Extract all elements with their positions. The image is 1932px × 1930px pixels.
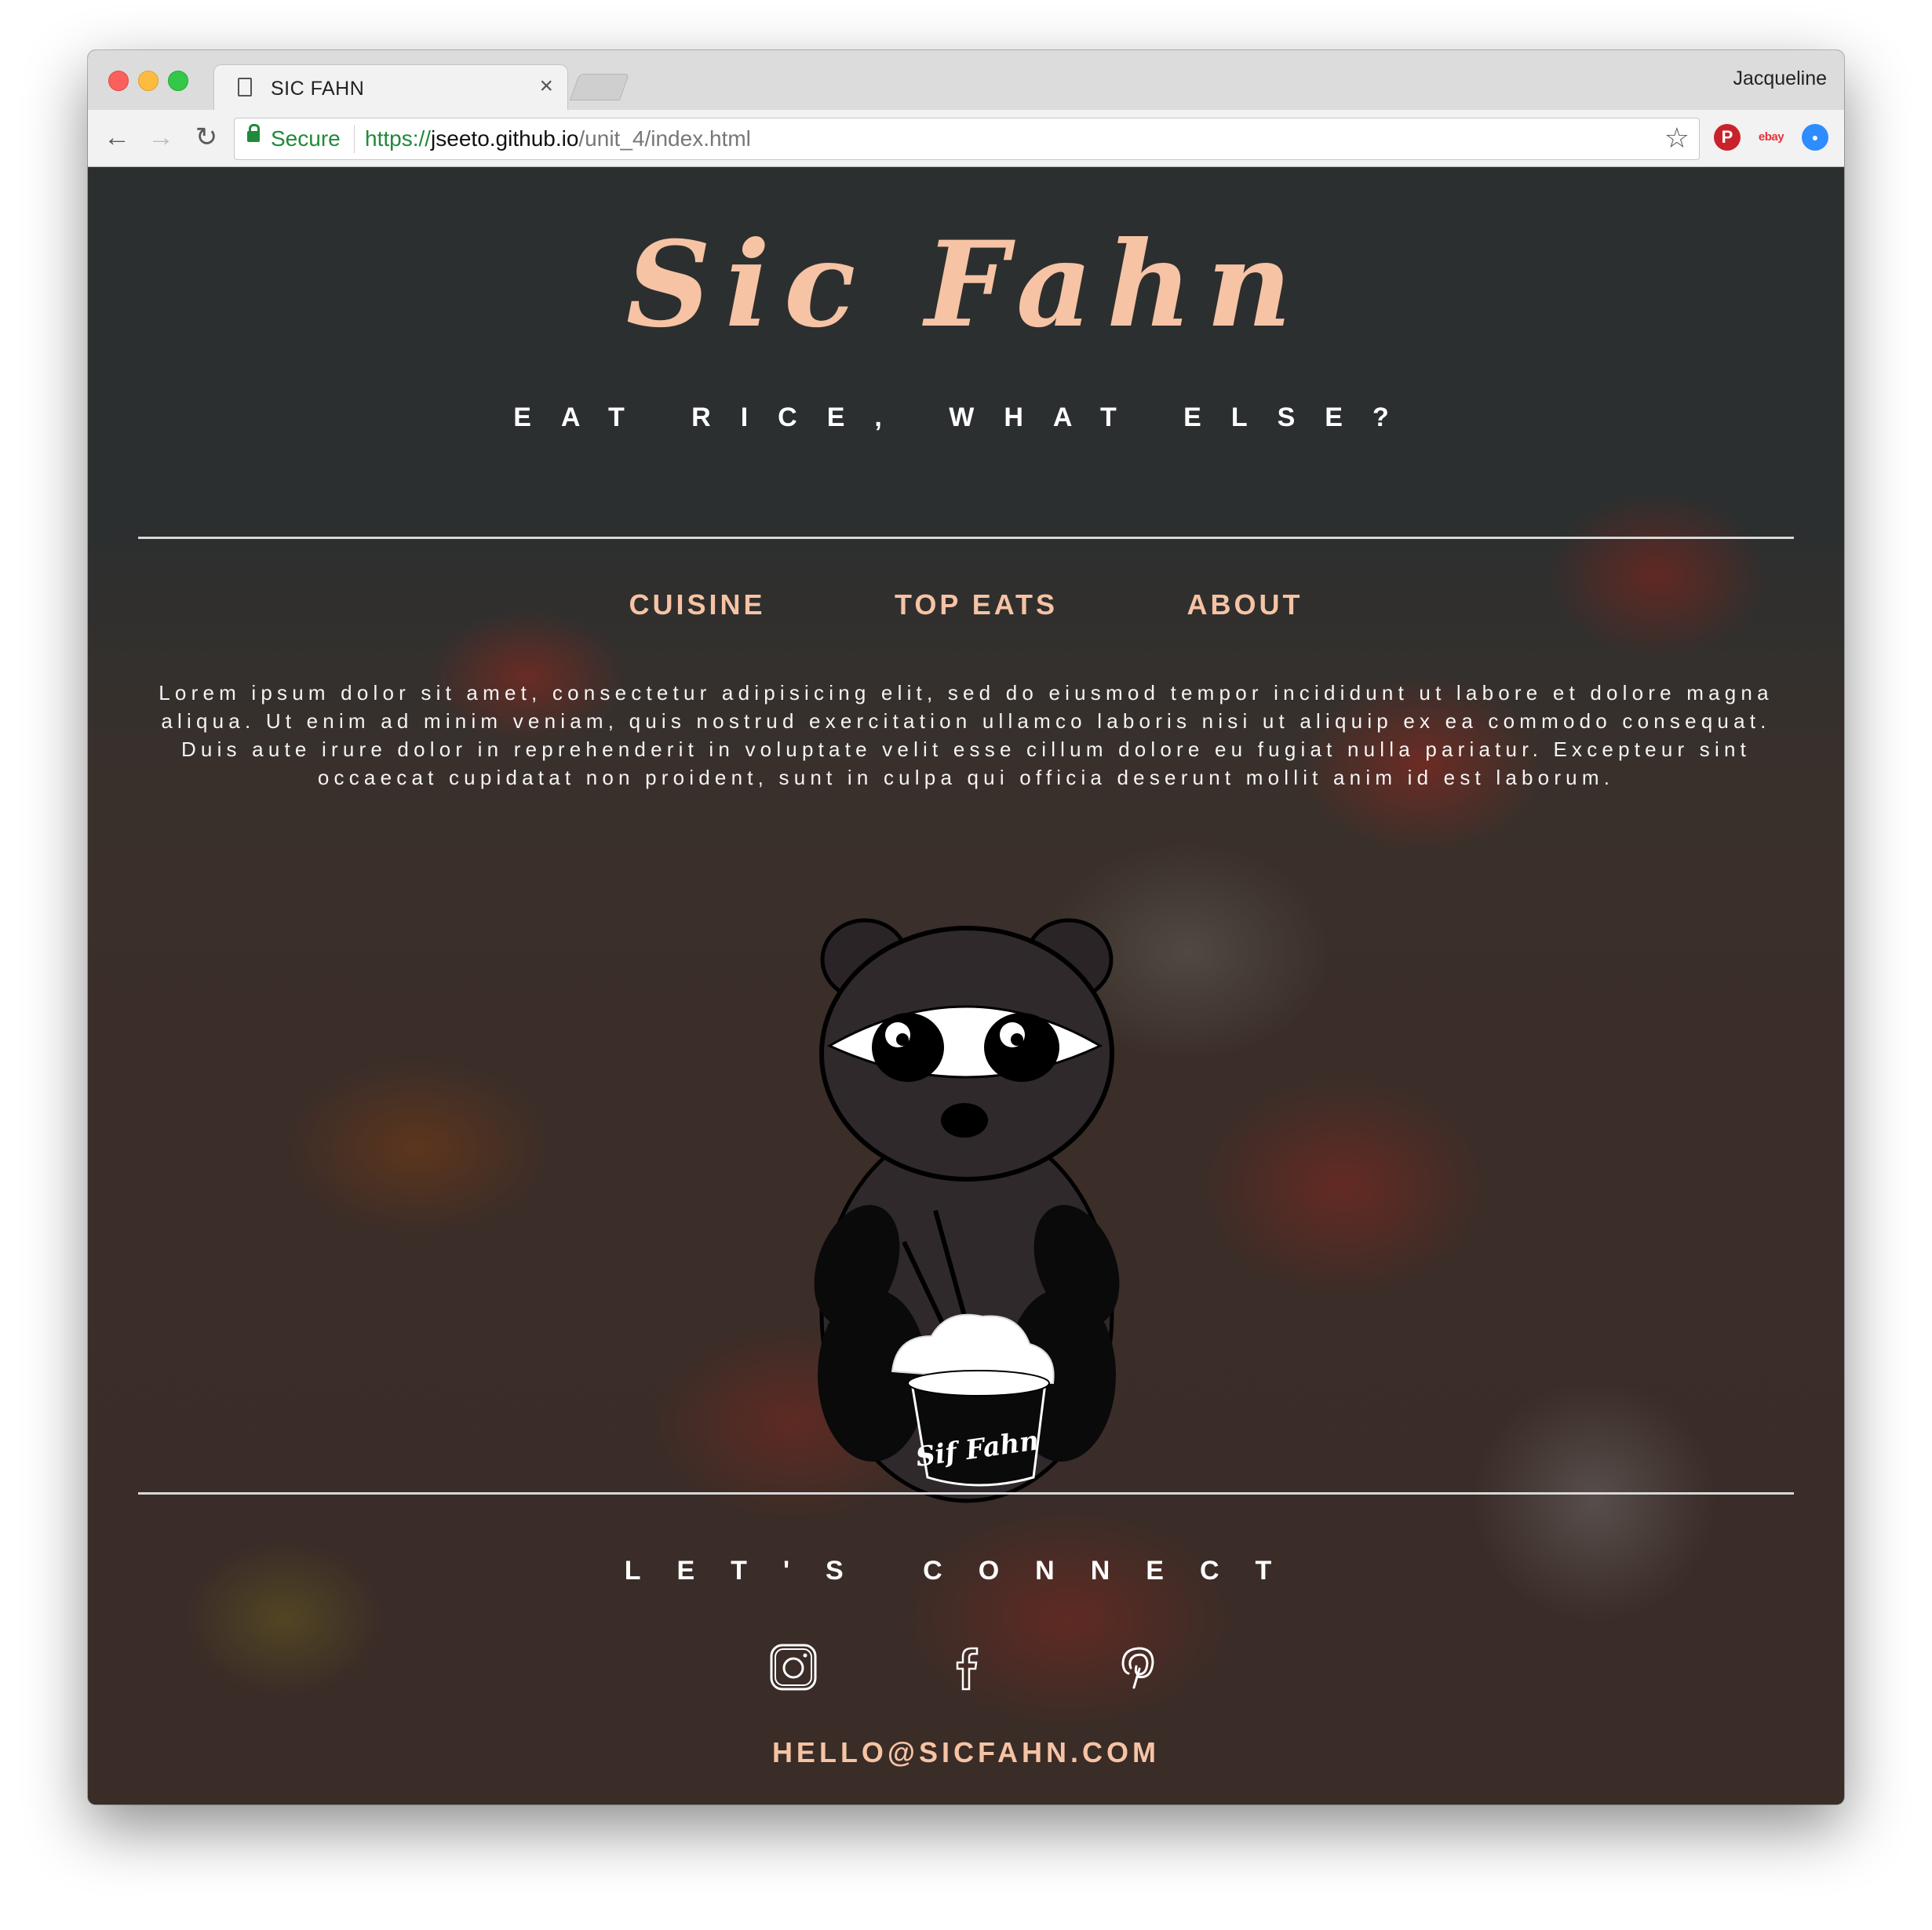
url-scheme: https://: [365, 126, 432, 151]
raccoon-mascot-illustration: Sif Fahn: [814, 918, 1120, 1503]
pinterest-extension-icon[interactable]: P: [1714, 124, 1741, 151]
contact-email-link[interactable]: HELLO@SICFAHN.COM: [88, 1736, 1844, 1769]
site-tagline: EAT RICE, WHAT ELSE?: [513, 402, 1419, 432]
maximize-window-button[interactable]: [168, 71, 188, 91]
profile-name[interactable]: Jacqueline: [1733, 67, 1827, 90]
nav-cuisine[interactable]: CUISINE: [629, 588, 766, 621]
social-links: [88, 1642, 1844, 1692]
reload-icon[interactable]: ↻: [188, 119, 224, 155]
secure-label: Secure: [271, 126, 341, 151]
close-window-button[interactable]: [108, 71, 129, 91]
url-text[interactable]: https://jseeto.github.io/unit_4/index.ht…: [365, 126, 751, 151]
bottom-divider: [138, 1492, 1794, 1495]
minimize-window-button[interactable]: [138, 71, 159, 91]
nav-about[interactable]: ABOUT: [1187, 588, 1303, 621]
document-icon: [238, 78, 252, 96]
site-logo[interactable]: Sic Fahn: [88, 216, 1844, 354]
lock-icon: [247, 124, 260, 142]
tab-title: SIC FAHN: [271, 78, 365, 100]
omnibox-divider: [354, 125, 355, 153]
bookmark-star-icon[interactable]: ☆: [1664, 122, 1690, 155]
url-host: jseeto.github.io: [431, 126, 579, 151]
pinterest-icon[interactable]: [1114, 1642, 1164, 1692]
url-path: /unit_4/index.html: [578, 126, 751, 151]
title-bar: SIC FAHN × Jacqueline: [88, 50, 1844, 111]
ebay-extension-icon[interactable]: ebay: [1758, 124, 1784, 151]
back-arrow-icon[interactable]: ←: [99, 119, 135, 155]
browser-tab[interactable]: SIC FAHN ×: [213, 64, 568, 111]
facebook-icon[interactable]: [941, 1642, 991, 1692]
address-bar[interactable]: Secure https://jseeto.github.io/unit_4/i…: [234, 118, 1700, 160]
web-page: Sic Fahn EAT RICE, WHAT ELSE? CUISINE TO…: [88, 167, 1844, 1804]
forward-arrow-icon[interactable]: →: [143, 119, 179, 155]
zoom-extension-icon[interactable]: ●: [1802, 124, 1828, 151]
top-divider: [138, 537, 1794, 539]
instagram-icon[interactable]: [768, 1642, 818, 1692]
intro-paragraph: Lorem ipsum dolor sit amet, consectetur …: [159, 681, 1773, 789]
connect-heading: LET'S CONNECT: [624, 1556, 1308, 1586]
new-tab-button[interactable]: [569, 74, 630, 100]
nav-top-eats[interactable]: TOP EATS: [895, 588, 1058, 621]
main-nav: CUISINE TOP EATS ABOUT: [88, 588, 1844, 621]
browser-toolbar: ← → ↻ Secure https://jseeto.github.io/un…: [88, 110, 1844, 167]
tab-close-icon[interactable]: ×: [539, 75, 553, 98]
browser-window: SIC FAHN × Jacqueline ← → ↻ Secure https…: [88, 50, 1844, 1804]
